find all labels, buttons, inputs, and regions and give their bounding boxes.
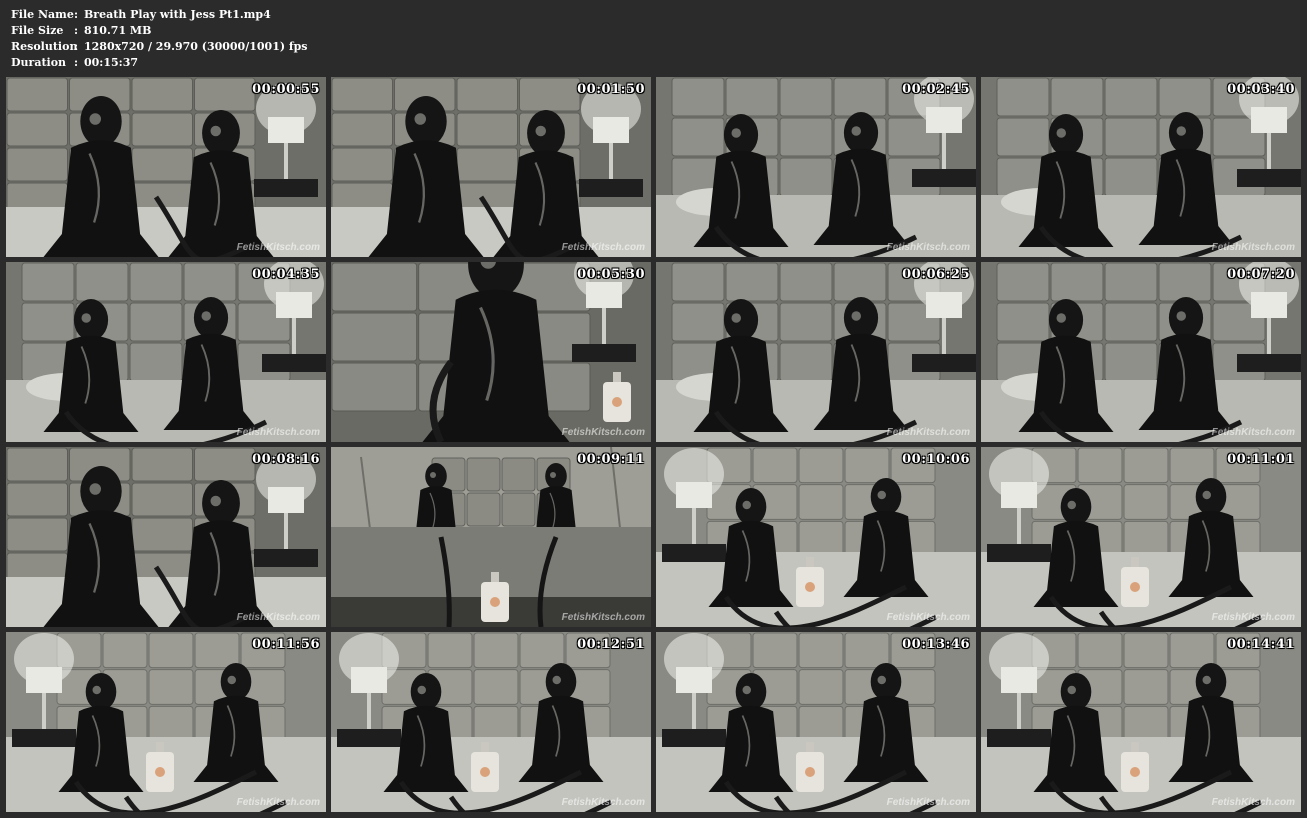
watermark: FetishKitsch.com	[236, 427, 320, 438]
timestamp-label: 00:12:51	[577, 637, 645, 652]
thumbnail-00-01-50[interactable]: 00:01:50 FetishKitsch.com	[331, 77, 651, 257]
thumbnail-image	[656, 632, 976, 812]
thumbnail-image	[6, 632, 326, 812]
thumbnail-00-12-51[interactable]: 00:12:51 FetishKitsch.com	[331, 632, 651, 812]
thumbnail-image	[331, 447, 651, 627]
file-info-panel: File Name : Breath Play with Jess Pt1.mp…	[11, 7, 308, 71]
file-name-label: File Name	[11, 8, 74, 21]
file-name-value: Breath Play with Jess Pt1.mp4	[84, 8, 271, 21]
watermark: FetishKitsch.com	[886, 427, 970, 438]
thumbnail-image	[6, 77, 326, 257]
timestamp-label: 00:08:16	[252, 452, 320, 467]
thumbnail-image	[331, 77, 651, 257]
thumbnail-00-04-35[interactable]: 00:04:35 FetishKitsch.com	[6, 262, 326, 442]
watermark: FetishKitsch.com	[886, 797, 970, 808]
separator: :	[74, 24, 79, 37]
timestamp-label: 00:09:11	[577, 452, 645, 467]
file-size-label: File Size	[11, 24, 64, 37]
file-size-row: File Size : 810.71 MB	[11, 23, 308, 39]
timestamp-label: 00:10:06	[902, 452, 970, 467]
thumbnail-00-03-40[interactable]: 00:03:40 FetishKitsch.com	[981, 77, 1301, 257]
timestamp-label: 00:02:45	[902, 82, 970, 97]
thumbnail-image	[6, 262, 326, 442]
separator: :	[74, 8, 79, 21]
thumbnail-image	[331, 262, 651, 442]
watermark: FetishKitsch.com	[236, 612, 320, 623]
timestamp-label: 00:04:35	[252, 267, 320, 282]
watermark: FetishKitsch.com	[236, 797, 320, 808]
thumbnail-image	[656, 447, 976, 627]
thumbnail-image	[981, 447, 1301, 627]
thumbnail-00-13-46[interactable]: 00:13:46 FetishKitsch.com	[656, 632, 976, 812]
watermark: FetishKitsch.com	[561, 612, 645, 623]
separator: :	[74, 40, 79, 53]
timestamp-label: 00:14:41	[1227, 637, 1295, 652]
resolution-value: 1280x720 / 29.970 (30000/1001) fps	[84, 40, 308, 53]
thumbnail-00-08-16[interactable]: 00:08:16 FetishKitsch.com	[6, 447, 326, 627]
watermark: FetishKitsch.com	[1211, 242, 1295, 253]
timestamp-label: 00:11:01	[1227, 452, 1295, 467]
thumbnail-00-11-01[interactable]: 00:11:01 FetishKitsch.com	[981, 447, 1301, 627]
thumbnail-00-02-45[interactable]: 00:02:45 FetishKitsch.com	[656, 77, 976, 257]
thumbnail-00-05-30[interactable]: 00:05:30 FetishKitsch.com	[331, 262, 651, 442]
thumbnail-00-00-55[interactable]: 00:00:55 FetishKitsch.com	[6, 77, 326, 257]
timestamp-label: 00:07:20	[1227, 267, 1295, 282]
file-name-row: File Name : Breath Play with Jess Pt1.mp…	[11, 7, 308, 23]
separator: :	[74, 56, 79, 69]
watermark: FetishKitsch.com	[886, 612, 970, 623]
thumbnail-00-10-06[interactable]: 00:10:06 FetishKitsch.com	[656, 447, 976, 627]
resolution-row: Resolution : 1280x720 / 29.970 (30000/10…	[11, 39, 308, 55]
timestamp-label: 00:05:30	[577, 267, 645, 282]
resolution-label: Resolution	[11, 40, 78, 53]
watermark: FetishKitsch.com	[561, 797, 645, 808]
duration-label: Duration	[11, 56, 67, 69]
watermark: FetishKitsch.com	[561, 242, 645, 253]
duration-row: Duration : 00:15:37	[11, 55, 308, 71]
thumbnail-image	[981, 262, 1301, 442]
watermark: FetishKitsch.com	[1211, 427, 1295, 438]
thumbnail-image	[981, 77, 1301, 257]
thumbnail-00-07-20[interactable]: 00:07:20 FetishKitsch.com	[981, 262, 1301, 442]
thumbnail-00-14-41[interactable]: 00:14:41 FetishKitsch.com	[981, 632, 1301, 812]
timestamp-label: 00:06:25	[902, 267, 970, 282]
thumbnail-image	[331, 632, 651, 812]
thumbnail-image	[656, 262, 976, 442]
watermark: FetishKitsch.com	[561, 427, 645, 438]
thumbnail-grid: 00:00:55 FetishKitsch.com 00:01:50 FetishKi…	[6, 77, 1302, 814]
watermark: FetishKitsch.com	[1211, 797, 1295, 808]
timestamp-label: 00:11:56	[252, 637, 320, 652]
timestamp-label: 00:03:40	[1227, 82, 1295, 97]
watermark: FetishKitsch.com	[236, 242, 320, 253]
thumbnail-00-06-25[interactable]: 00:06:25 FetishKitsch.com	[656, 262, 976, 442]
timestamp-label: 00:00:55	[252, 82, 320, 97]
thumbnail-image	[981, 632, 1301, 812]
file-size-value: 810.71 MB	[84, 24, 152, 37]
thumbnail-00-09-11[interactable]: 00:09:11 FetishKitsch.com	[331, 447, 651, 627]
watermark: FetishKitsch.com	[1211, 612, 1295, 623]
thumbnail-00-11-56[interactable]: 00:11:56 FetishKitsch.com	[6, 632, 326, 812]
timestamp-label: 00:01:50	[577, 82, 645, 97]
thumbnail-image	[6, 447, 326, 627]
duration-value: 00:15:37	[84, 56, 139, 69]
timestamp-label: 00:13:46	[902, 637, 970, 652]
watermark: FetishKitsch.com	[886, 242, 970, 253]
thumbnail-image	[656, 77, 976, 257]
